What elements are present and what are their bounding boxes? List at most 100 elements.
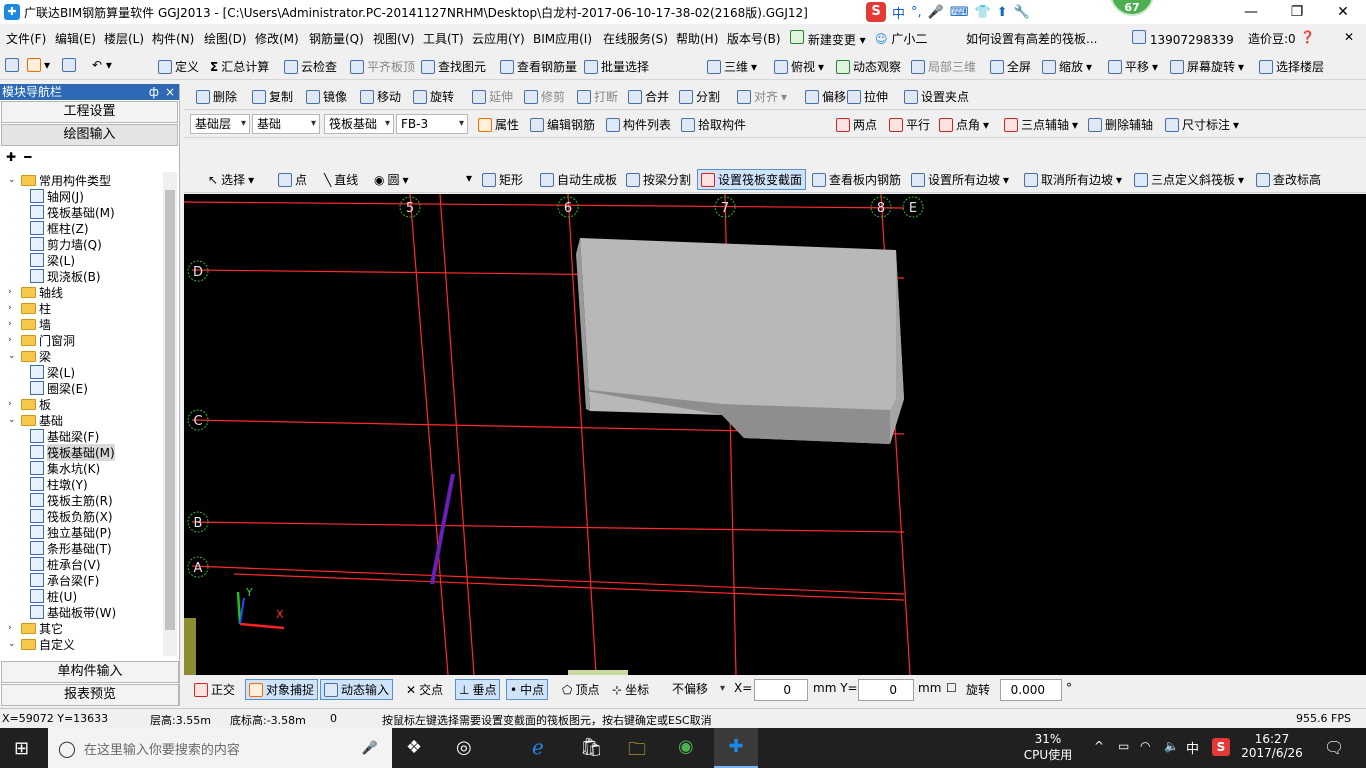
- expand-all-icon[interactable]: ✚: [6, 150, 16, 164]
- midpoint-snap-button[interactable]: • 中点: [506, 679, 549, 700]
- collapse-all-icon[interactable]: ━: [24, 150, 31, 164]
- coordinate-snap-button[interactable]: ⊹ 坐标: [612, 681, 649, 698]
- rotate-angle-input[interactable]: 0.000: [1000, 679, 1062, 701]
- dimension-button[interactable]: 尺寸标注 ▾: [1165, 116, 1239, 133]
- three-point-axis-button[interactable]: 三点辅轴 ▾: [1004, 116, 1078, 133]
- trim-button[interactable]: 修剪: [524, 88, 565, 105]
- ime-settings-icon[interactable]: 🔧: [1014, 5, 1030, 20]
- 3d-view-button[interactable]: 三维 ▾: [707, 58, 757, 75]
- tree-item[interactable]: 桩承台(V): [30, 556, 101, 572]
- taskbar-clock[interactable]: 16:27 2017/6/26: [1240, 732, 1304, 760]
- selected-purple-element[interactable]: [430, 473, 455, 585]
- ime-chinese[interactable]: 中: [892, 3, 905, 22]
- sogou-tray-icon[interactable]: S: [1212, 738, 1230, 756]
- tree-item[interactable]: 圈梁(E): [30, 380, 88, 396]
- ortho-button[interactable]: 正交: [194, 681, 235, 698]
- sogou-icon[interactable]: S: [866, 2, 886, 22]
- tree-item[interactable]: 基础板带(W): [30, 604, 116, 620]
- menu-online[interactable]: 在线服务(S): [603, 30, 668, 47]
- intersection-snap-button[interactable]: ✕ 交点: [406, 681, 443, 698]
- tree-folder[interactable]: › 板: [8, 396, 51, 412]
- expand-icon[interactable]: ›: [8, 303, 18, 313]
- wifi-icon[interactable]: ◠: [1140, 739, 1150, 753]
- cancel-all-slopes-button[interactable]: 取消所有边坡 ▾: [1024, 171, 1122, 188]
- view-rebar-qty-button[interactable]: 查看钢筋量: [500, 58, 577, 75]
- dynamic-observe-button[interactable]: 动态观察: [836, 58, 901, 75]
- raft-slab-3d[interactable]: [576, 238, 904, 444]
- edit-rebar-button[interactable]: 编辑钢筋: [530, 116, 595, 133]
- tree-item[interactable]: 集水坑(K): [30, 460, 100, 476]
- tree-item[interactable]: 框柱(Z): [30, 220, 89, 236]
- expand-icon[interactable]: ›: [8, 399, 18, 409]
- zoom-button[interactable]: 缩放 ▾: [1042, 58, 1092, 75]
- tree-item[interactable]: 筏板基础(M): [30, 443, 115, 461]
- app-spiral-icon[interactable]: ◎: [456, 737, 472, 758]
- windows-start-icon[interactable]: ⊞: [14, 738, 29, 759]
- move-button[interactable]: 移动: [360, 88, 401, 105]
- x-offset-input[interactable]: 0: [754, 679, 808, 701]
- tree-item[interactable]: 桩(U): [30, 588, 77, 604]
- category-combo[interactable]: 基础: [252, 114, 320, 134]
- extend-button[interactable]: 延伸: [472, 88, 513, 105]
- ime-punct[interactable]: °,: [911, 5, 922, 20]
- menu-floor[interactable]: 楼层(L): [104, 30, 144, 47]
- menu-tools[interactable]: 工具(T): [423, 30, 464, 47]
- screen-rotate-button[interactable]: 屏幕旋转 ▾: [1170, 58, 1244, 75]
- minimize-icon[interactable]: —: [1228, 0, 1274, 24]
- tree-item[interactable]: 筏板基础(M): [30, 204, 115, 220]
- single-component-input-button[interactable]: 单构件输入: [1, 661, 179, 683]
- offset-combo[interactable]: 不偏移: [668, 680, 728, 700]
- volume-icon[interactable]: 🔈: [1164, 739, 1179, 753]
- menu-modify[interactable]: 修改(M): [255, 30, 299, 47]
- save-icon[interactable]: [62, 58, 76, 72]
- split-button[interactable]: 分割: [679, 88, 720, 105]
- panel-close-icon[interactable]: ×: [165, 84, 175, 100]
- tray-chevron-icon[interactable]: ^: [1094, 739, 1104, 753]
- split-by-beam-button[interactable]: 按梁分割: [626, 171, 691, 188]
- task-view-icon[interactable]: ❖: [406, 737, 422, 758]
- pin-icon[interactable]: ф: [149, 84, 159, 100]
- point-angle-axis-button[interactable]: 点角 ▾: [939, 116, 989, 133]
- menu-view[interactable]: 视图(V): [373, 30, 415, 47]
- collapse-icon[interactable]: ⌄: [8, 415, 18, 425]
- top-view-button[interactable]: 俯视 ▾: [774, 58, 824, 75]
- tree-folder[interactable]: ⌄ 自定义: [8, 636, 75, 652]
- auto-gen-slab-button[interactable]: 自动生成板: [540, 171, 617, 188]
- select-tool-button[interactable]: ↖ 选择 ▾: [208, 171, 254, 188]
- component-combo[interactable]: FB-3: [396, 114, 468, 134]
- maximize-icon[interactable]: ❐: [1274, 0, 1320, 24]
- three-point-slope-button[interactable]: 三点定义斜筏板 ▾: [1134, 171, 1244, 188]
- tree-item[interactable]: 梁(L): [30, 252, 75, 268]
- define-button[interactable]: 定义: [158, 58, 199, 75]
- canvas-svg[interactable]: 5 6 7 8 E D C B A X Y: [184, 194, 1366, 675]
- menu-component[interactable]: 构件(N): [152, 30, 194, 47]
- rotate-button[interactable]: 旋转: [413, 88, 454, 105]
- local-3d-button[interactable]: 局部三维: [911, 58, 976, 75]
- stretch-button[interactable]: 拉伸: [847, 88, 888, 105]
- tree-item[interactable]: 基础梁(F): [30, 428, 99, 444]
- perpendicular-snap-button[interactable]: ⊥ 垂点: [455, 679, 501, 700]
- taskbar-search[interactable]: ◯ 在这里输入你要搜索的内容 🎤: [48, 728, 392, 768]
- tree-item[interactable]: 承台梁(F): [30, 572, 99, 588]
- user-account[interactable]: 13907298339: [1132, 30, 1234, 47]
- find-element-button[interactable]: 查找图元: [421, 58, 486, 75]
- y-offset-input[interactable]: 0: [858, 679, 914, 701]
- view-slab-rebar-button[interactable]: 查看板内钢筋: [812, 171, 901, 188]
- tree-folder[interactable]: › 门窗洞: [8, 332, 75, 348]
- question-link[interactable]: 如何设置有高差的筏板...: [966, 30, 1097, 47]
- pick-component-button[interactable]: 拾取构件: [681, 116, 746, 133]
- menu-close-icon[interactable]: ✕: [1344, 30, 1354, 44]
- set-grip-button[interactable]: 设置夹点: [904, 88, 969, 105]
- mic-icon[interactable]: 🎤: [362, 741, 378, 756]
- summary-calc-button[interactable]: Σ 汇总计算: [210, 58, 269, 75]
- store-icon[interactable]: 🛍: [580, 737, 603, 758]
- notification-icon[interactable]: 🗨: [1324, 738, 1344, 757]
- offset-button[interactable]: 偏移: [805, 88, 846, 105]
- menu-help[interactable]: 帮助(H): [676, 30, 718, 47]
- tree-item[interactable]: 剪力墙(Q): [30, 236, 102, 252]
- menu-rebar[interactable]: 钢筋量(Q): [309, 30, 364, 47]
- two-point-axis-button[interactable]: 两点: [836, 116, 877, 133]
- menu-edit[interactable]: 编辑(E): [55, 30, 96, 47]
- tree-item[interactable]: 筏板主筋(R): [30, 492, 113, 508]
- collapse-icon[interactable]: ⌄: [8, 175, 18, 185]
